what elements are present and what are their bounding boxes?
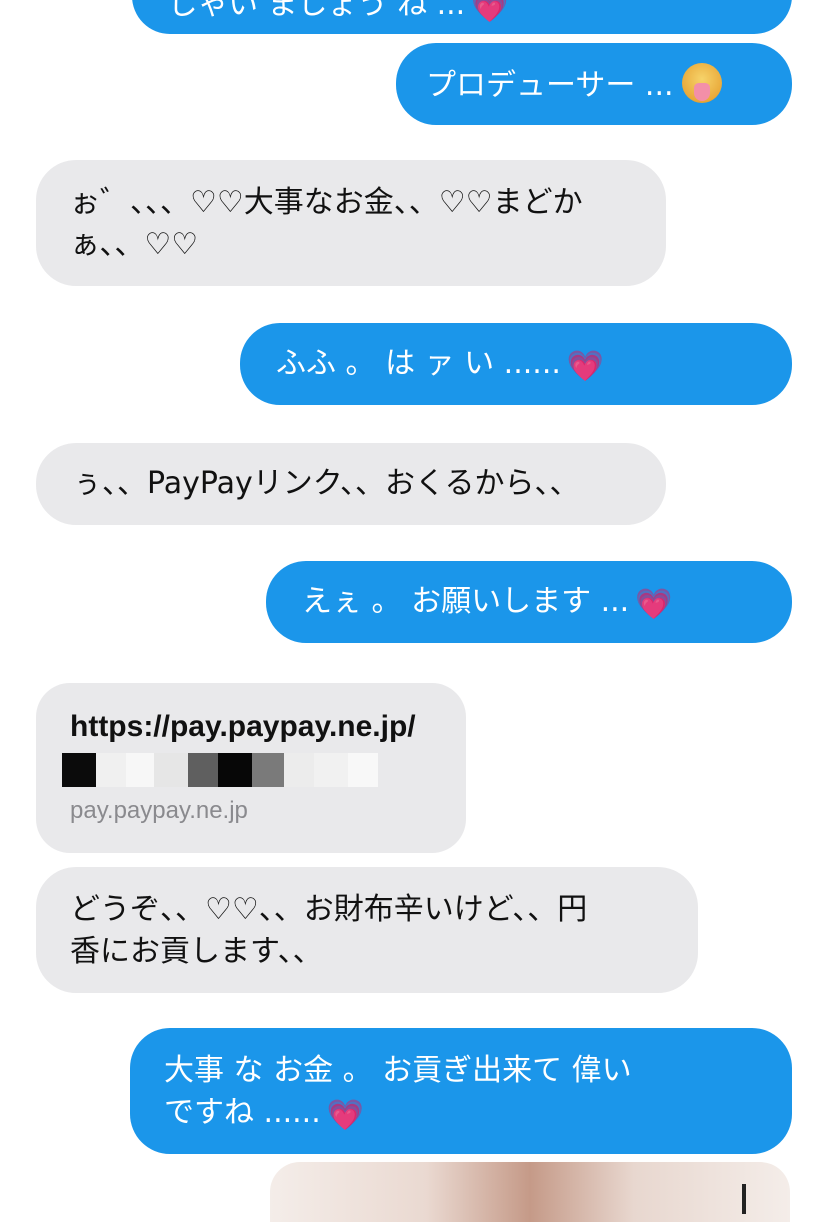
pink-heart-icon: 💗 bbox=[326, 1098, 365, 1133]
message-text-line: 大事 な お金 。 お貢ぎ出来て 偉い bbox=[164, 1053, 632, 1088]
message-bubble-outgoing[interactable]: 大事 な お金 。 お貢ぎ出来て 偉い ですね ...... 💗 bbox=[130, 1028, 792, 1154]
message-bubble-outgoing[interactable]: ふふ 。 は ァ い ...... 💗 bbox=[240, 323, 792, 405]
message-text-line: ですね ...... bbox=[164, 1095, 321, 1130]
text-cursor-icon bbox=[742, 1184, 746, 1214]
message-text-line: ぉ゛、、、♡♡大事なお金、、♡♡まどか bbox=[70, 185, 583, 220]
message-bubble-incoming[interactable]: どうぞ、、♡♡、、お財布辛いけど、、円 香にお貢します、、 bbox=[36, 867, 698, 993]
link-preview-bubble[interactable]: https://pay.paypay.ne.jp/ pay.paypay.ne.… bbox=[36, 683, 466, 853]
link-domain: pay.paypay.ne.jp bbox=[70, 797, 248, 824]
message-text-line: 香にお貢します、、 bbox=[70, 934, 323, 969]
pink-heart-icon: 💗 bbox=[566, 349, 605, 384]
tongue-face-icon bbox=[681, 63, 722, 103]
image-message-thumbnail[interactable] bbox=[270, 1162, 790, 1222]
message-text: えぇ 。 お願いします ... bbox=[302, 584, 630, 619]
message-text-line: どうぞ、、♡♡、、お財布辛いけど、、円 bbox=[70, 892, 588, 927]
message-text: ふふ 。 は ァ い ...... bbox=[276, 346, 561, 381]
message-bubble-outgoing[interactable]: じゃい ましょう ね ... 💗 bbox=[132, 0, 792, 34]
message-bubble-incoming[interactable]: ぅ、、PayPayリンク、、おくるから、、 bbox=[36, 443, 666, 525]
link-url[interactable]: https://pay.paypay.ne.jp/ bbox=[70, 707, 432, 747]
message-text: じゃい ましょう ね ... bbox=[168, 0, 466, 22]
message-bubble-outgoing[interactable]: えぇ 。 お願いします ... 💗 bbox=[266, 561, 792, 643]
pink-heart-icon: 💗 bbox=[635, 587, 673, 622]
message-text-line: ぁ、、♡♡ bbox=[70, 227, 199, 262]
message-text: プロデューサー ... bbox=[426, 68, 674, 103]
pink-heart-icon: 💗 bbox=[471, 0, 509, 25]
redacted-mosaic bbox=[62, 753, 422, 787]
message-bubble-incoming[interactable]: ぉ゛、、、♡♡大事なお金、、♡♡まどか ぁ、、♡♡ bbox=[36, 160, 666, 286]
message-text: ぅ、、PayPayリンク、、おくるから、、 bbox=[72, 466, 580, 501]
message-bubble-outgoing[interactable]: プロデューサー ... bbox=[396, 43, 792, 125]
